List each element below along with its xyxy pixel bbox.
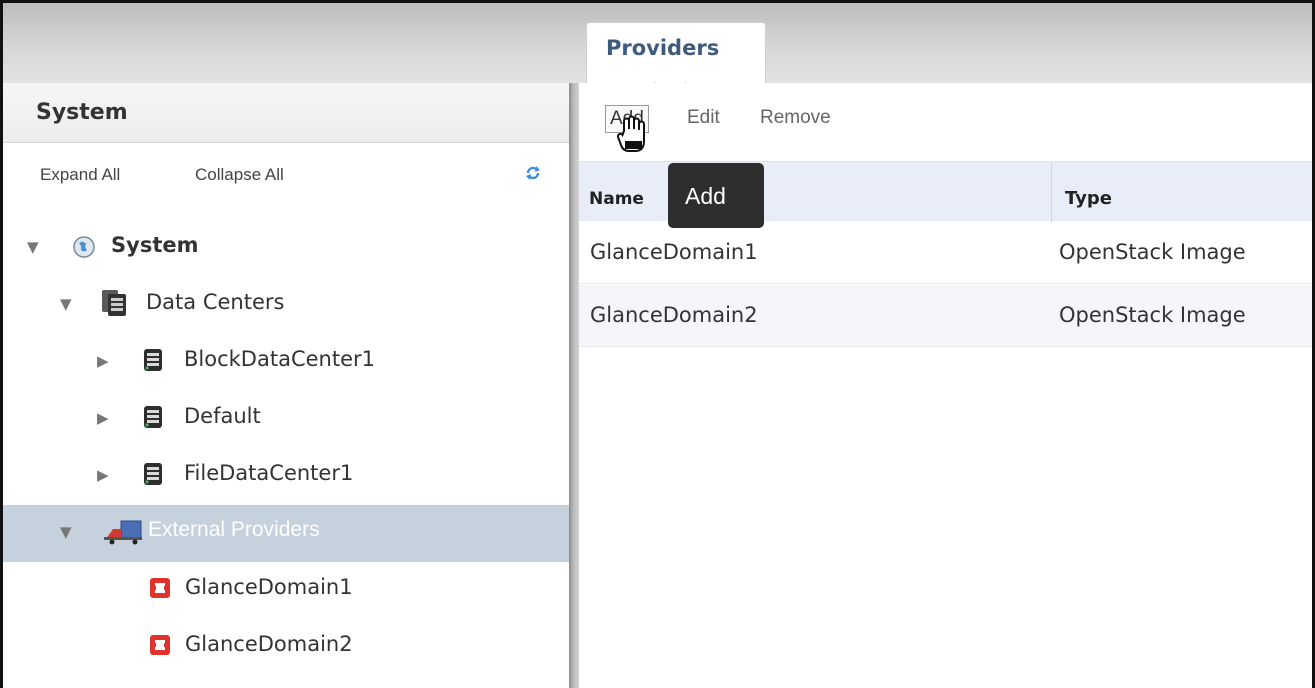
tree-item-label: GlanceDomain1: [185, 575, 353, 599]
column-header-name[interactable]: Name: [589, 189, 644, 209]
cell-name: GlanceDomain1: [590, 240, 758, 264]
tree-item-data-centers[interactable]: ▼ Data Centers: [3, 277, 569, 334]
collapse-all-link[interactable]: Collapse All: [195, 165, 284, 185]
tree-item-filedatacenter1[interactable]: ▶ FileDataCenter1: [3, 448, 569, 505]
table-row[interactable]: GlanceDomain1 OpenStack Image: [579, 222, 1312, 284]
cell-name: GlanceDomain2: [590, 303, 758, 327]
globe-icon: [73, 236, 95, 258]
tree-item-external-providers[interactable]: ▼ External Providers: [3, 505, 569, 562]
tree-item-label: Data Centers: [146, 290, 285, 314]
openstack-icon: [150, 635, 170, 655]
column-header-type[interactable]: Type: [1065, 188, 1112, 209]
tree-item-label: Default: [184, 404, 261, 428]
panel-title: System: [3, 83, 569, 143]
tree-item-label: GlanceDomain2: [185, 632, 353, 656]
tree-item-blockdatacenter1[interactable]: ▶ BlockDataCenter1: [3, 334, 569, 391]
system-tree-panel: System Expand All Collapse All ▼ System …: [3, 83, 569, 688]
expand-triangle-icon[interactable]: ▶: [97, 467, 113, 483]
datacenter-icon: [144, 463, 162, 485]
tree-item-system[interactable]: ▼ System: [3, 220, 569, 277]
tree-item-label: BlockDataCenter1: [184, 347, 375, 371]
tree-actions: Expand All Collapse All: [3, 143, 569, 200]
refresh-icon[interactable]: [525, 165, 541, 181]
edit-button[interactable]: Edit: [687, 107, 720, 129]
app-window: Providers System Expand All Collapse All…: [0, 0, 1315, 688]
toolbar: Add Edit Remove: [579, 83, 1312, 161]
tree-item-default[interactable]: ▶ Default: [3, 391, 569, 448]
tree-item-label: External Providers: [148, 518, 320, 541]
collapse-triangle-icon[interactable]: ▼: [27, 239, 43, 255]
expand-triangle-icon[interactable]: ▶: [97, 410, 113, 426]
tab-providers[interactable]: Providers: [586, 22, 766, 84]
collapse-triangle-icon[interactable]: ▼: [60, 524, 76, 540]
datacenter-icon: [144, 349, 162, 371]
truck-icon: [104, 520, 142, 545]
table-row[interactable]: GlanceDomain2 OpenStack Image: [579, 285, 1312, 347]
openstack-icon: [150, 578, 170, 598]
tree-item-glancedomain2[interactable]: GlanceDomain2: [3, 619, 569, 676]
collapse-triangle-icon[interactable]: ▼: [60, 296, 76, 312]
tree-item-glancedomain1[interactable]: GlanceDomain1: [3, 562, 569, 619]
cell-type: OpenStack Image: [1059, 303, 1246, 327]
add-tooltip: Add: [668, 163, 764, 228]
expand-all-link[interactable]: Expand All: [40, 165, 120, 185]
remove-button[interactable]: Remove: [760, 107, 831, 129]
tree-item-label: System: [111, 233, 199, 257]
datacenters-icon: [102, 290, 126, 316]
hand-cursor-icon: [616, 115, 645, 152]
cell-type: OpenStack Image: [1059, 240, 1246, 264]
datacenter-icon: [144, 406, 162, 428]
tree-item-label: FileDataCenter1: [184, 461, 354, 485]
panel-splitter[interactable]: [569, 83, 579, 688]
column-divider[interactable]: [1051, 162, 1052, 222]
expand-triangle-icon[interactable]: ▶: [97, 353, 113, 369]
